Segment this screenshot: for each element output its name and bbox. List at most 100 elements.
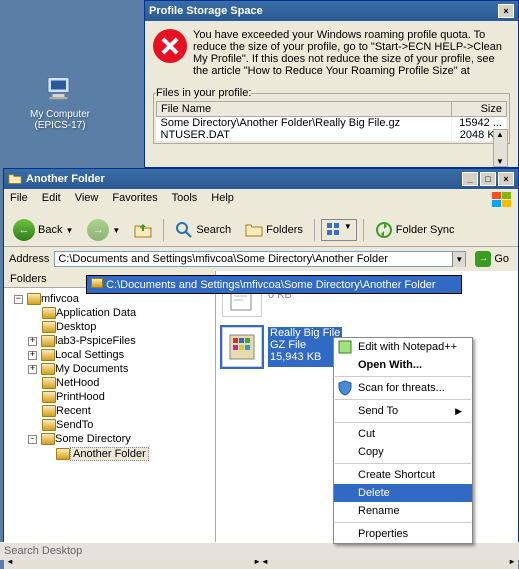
menu-file[interactable]: File xyxy=(10,192,28,211)
tree-twisty[interactable]: - xyxy=(28,435,37,444)
menu-favorites[interactable]: Favorites xyxy=(112,192,157,211)
address-dropdown[interactable]: ▼ xyxy=(452,252,465,267)
file-type: GZ File xyxy=(270,339,340,351)
tree-item[interactable]: SendTo xyxy=(56,419,93,431)
scrollbar-vertical[interactable] xyxy=(493,129,508,167)
close-button[interactable]: × xyxy=(498,172,514,186)
tree-item[interactable]: NetHood xyxy=(56,377,99,389)
computer-icon xyxy=(42,70,78,106)
window-title: Profile Storage Space xyxy=(149,5,263,17)
window-profile-storage: Profile Storage Space × You have exceede… xyxy=(144,0,519,168)
folder-tree: − mfivcoa Application Data Desktop + lab… xyxy=(4,288,215,466)
menu-send-to[interactable]: Send To▶ xyxy=(334,402,472,420)
menu-scan-threats[interactable]: Scan for threats... xyxy=(334,379,472,397)
context-menu: Edit with Notepad++ Open With... Scan fo… xyxy=(333,337,473,544)
maximize-button[interactable]: □ xyxy=(480,172,496,186)
folder-icon xyxy=(56,448,70,460)
address-suggestion[interactable]: C:\Documents and Settings\mfivcoa\Some D… xyxy=(86,275,462,294)
search-button[interactable]: Search xyxy=(170,218,236,242)
menu-edit-notepad[interactable]: Edit with Notepad++ xyxy=(334,338,472,356)
folder-icon xyxy=(42,419,56,431)
menubar: File Edit View Favorites Tools Help xyxy=(4,189,518,214)
folder-icon xyxy=(42,307,56,319)
tree-root[interactable]: mfivcoa xyxy=(41,293,79,305)
desktop-label-1: My Computer xyxy=(20,109,100,120)
folders-pane-title: Folders xyxy=(10,273,47,285)
address-label: Address xyxy=(9,253,49,265)
folder-icon xyxy=(42,377,56,389)
tree-item[interactable]: Application Data xyxy=(56,307,136,319)
notepad-icon xyxy=(337,339,353,355)
tree-twisty[interactable]: + xyxy=(28,351,37,360)
folder-icon xyxy=(41,335,55,347)
menu-edit[interactable]: Edit xyxy=(42,192,61,211)
menu-help[interactable]: Help xyxy=(211,192,234,211)
forward-button[interactable]: →▼ xyxy=(82,216,125,244)
tree-item[interactable]: lab3-PspiceFiles xyxy=(55,335,136,347)
menu-open-with[interactable]: Open With... xyxy=(334,356,472,374)
folders-button[interactable]: Folders xyxy=(240,218,308,242)
desktop-icon-my-computer[interactable]: My Computer (EPICS-17) xyxy=(20,70,100,131)
minimize-button[interactable]: _ xyxy=(462,172,478,186)
menu-rename[interactable]: Rename xyxy=(334,502,472,520)
folder-icon xyxy=(42,391,56,403)
windows-flag-icon xyxy=(492,192,512,208)
desktop-label-2: (EPICS-17) xyxy=(20,120,100,131)
tree-item[interactable]: Desktop xyxy=(56,321,96,333)
folder-icon xyxy=(42,405,56,417)
folder-icon xyxy=(42,321,56,333)
tree-twisty[interactable]: − xyxy=(14,295,23,304)
profile-message: You have exceeded your Windows roaming p… xyxy=(193,29,510,77)
error-icon xyxy=(153,29,187,63)
menu-tools[interactable]: Tools xyxy=(172,192,198,211)
search-icon xyxy=(175,221,193,239)
menu-properties[interactable]: Properties xyxy=(334,525,472,543)
views-button[interactable]: ▼ xyxy=(321,219,357,241)
table-row[interactable]: NTUSER.DAT 2048 KB xyxy=(157,129,507,141)
tree-twisty[interactable]: + xyxy=(28,365,37,374)
address-input[interactable] xyxy=(54,251,466,267)
sync-icon xyxy=(375,221,393,239)
folder-icon xyxy=(8,172,22,186)
tree-item[interactable]: PrintHood xyxy=(56,391,105,403)
chevron-right-icon: ▶ xyxy=(455,406,462,417)
file-name: Really Big File xyxy=(270,327,340,339)
shield-icon xyxy=(337,380,353,396)
desktop-search-band[interactable]: Search Desktop xyxy=(0,542,519,560)
folders-icon xyxy=(245,221,263,239)
files-table: File Name Size Some Directory\Another Fo… xyxy=(156,101,507,141)
menu-create-shortcut[interactable]: Create Shortcut xyxy=(334,466,472,484)
titlebar-profile[interactable]: Profile Storage Space × xyxy=(145,1,518,21)
go-icon: → xyxy=(475,251,491,267)
menu-cut[interactable]: Cut xyxy=(334,425,472,443)
search-placeholder: Search Desktop xyxy=(4,545,82,557)
menu-delete[interactable]: Delete xyxy=(334,484,472,502)
up-button[interactable] xyxy=(129,218,157,242)
close-button[interactable]: × xyxy=(498,4,514,18)
tree-item-selected[interactable]: Another Folder xyxy=(70,447,149,461)
titlebar-explorer[interactable]: Another Folder _ □ × xyxy=(4,169,518,189)
col-size[interactable]: Size xyxy=(452,102,507,117)
go-button[interactable]: →Go xyxy=(471,250,513,268)
folders-pane: Folders× − mfivcoa Application Data Desk… xyxy=(4,271,216,553)
file-size: 15,943 KB xyxy=(270,351,340,363)
folder-icon xyxy=(91,278,103,288)
table-row[interactable]: Some Directory\Another Folder\Really Big… xyxy=(157,117,507,130)
tree-twisty[interactable]: + xyxy=(28,337,37,346)
folder-sync-button[interactable]: Folder Sync xyxy=(370,218,460,242)
folder-icon xyxy=(41,349,55,361)
back-button[interactable]: ←Back ▼ xyxy=(8,216,78,244)
group-label: Files in your profile: xyxy=(156,87,251,99)
tree-item[interactable]: Local Settings xyxy=(55,349,124,361)
folder-up-icon xyxy=(134,221,152,239)
tree-item[interactable]: Some Directory xyxy=(55,433,131,445)
address-bar: Address ▼ →Go xyxy=(4,247,518,271)
views-icon xyxy=(326,222,342,238)
folder-icon xyxy=(41,433,55,445)
folder-icon xyxy=(27,293,41,305)
menu-view[interactable]: View xyxy=(75,192,99,211)
col-filename[interactable]: File Name xyxy=(157,102,452,117)
tree-item[interactable]: Recent xyxy=(56,405,91,417)
menu-copy[interactable]: Copy xyxy=(334,443,472,461)
tree-item[interactable]: My Documents xyxy=(55,363,128,375)
